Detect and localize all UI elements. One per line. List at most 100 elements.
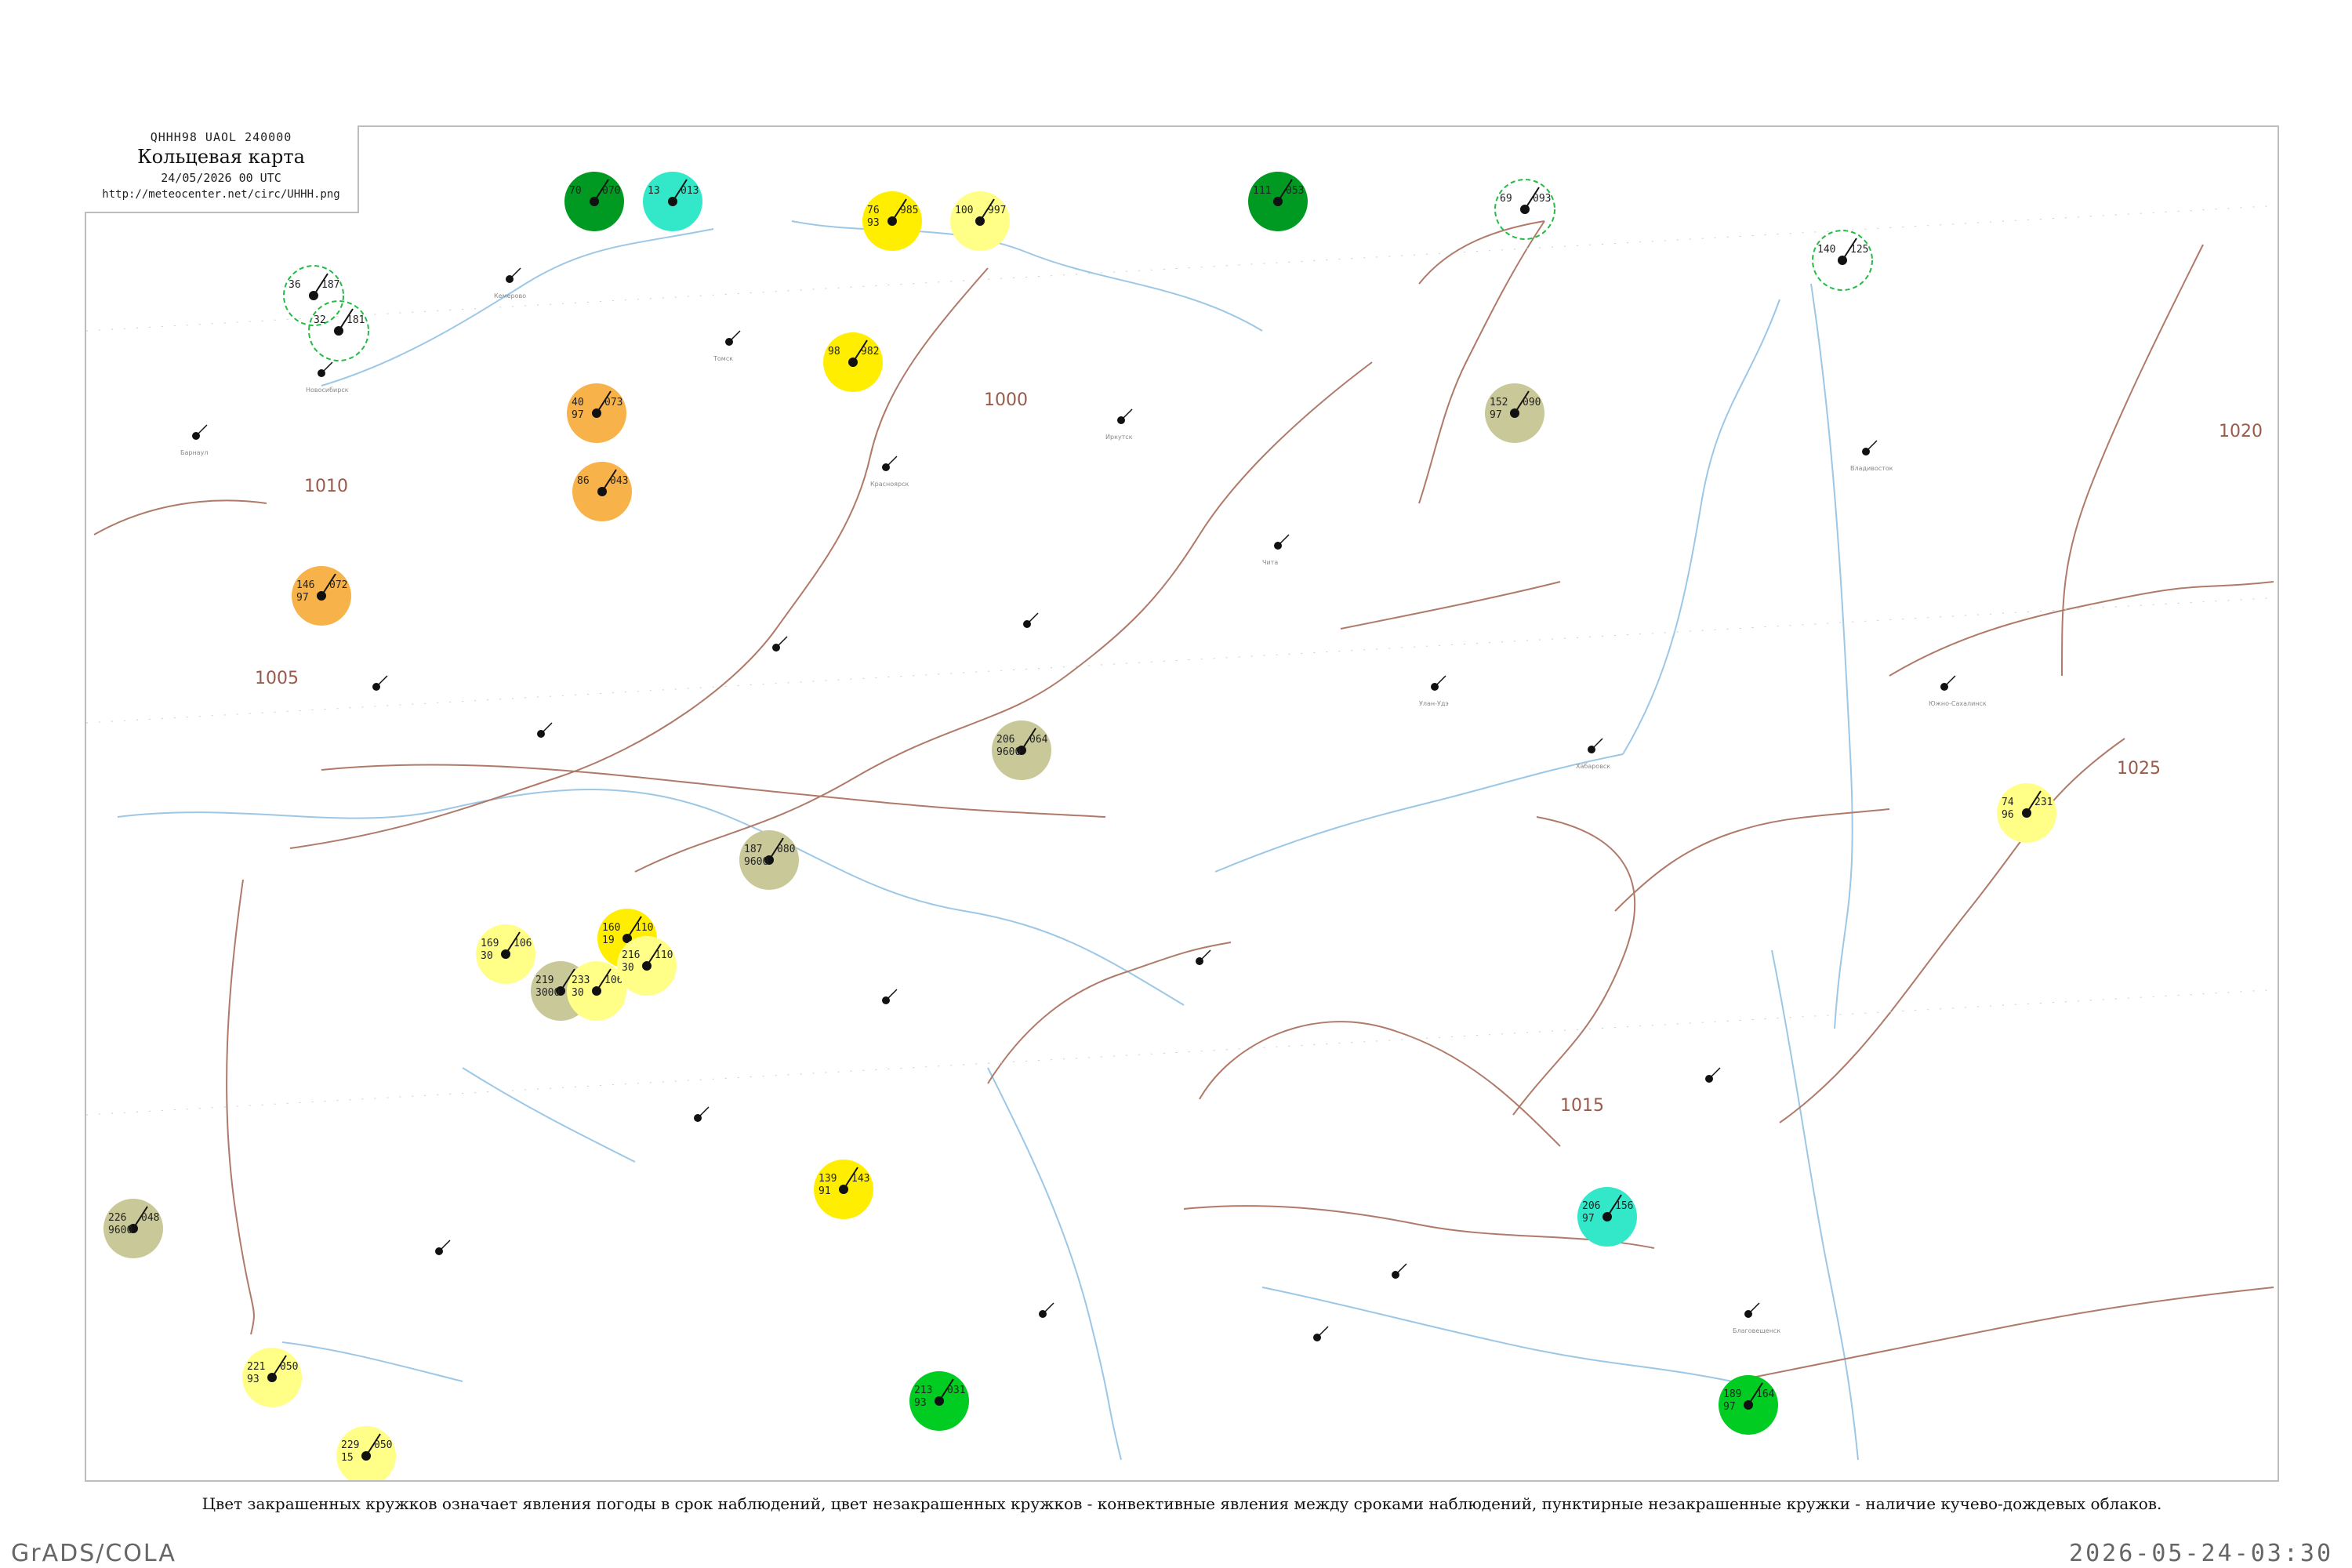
station-vis: 93 (867, 217, 880, 229)
station-29[interactable]: 18997 164 (1719, 1375, 1778, 1435)
station-temp: 189 (1723, 1388, 1741, 1400)
station-temp: 98 (828, 346, 840, 358)
station-name: Барнаул (180, 449, 208, 456)
station-vis: 9600 (996, 746, 1021, 758)
station-temp: 216 (622, 949, 640, 961)
station-pressure: 043 (610, 475, 628, 487)
station-name: Кемерово (494, 292, 526, 299)
minor-station: Кемерово (494, 267, 526, 299)
isobars (93, 220, 2274, 1382)
minor-wind-barb (1748, 1302, 1760, 1315)
minor-station: Новосибирск (306, 361, 349, 394)
minor-station (694, 1106, 710, 1122)
station-24[interactable]: 20697 156 (1577, 1187, 1637, 1247)
station-vis: 9600 (108, 1225, 132, 1236)
footer-timestamp: 2026-05-24-03:30 (2069, 1540, 2333, 1567)
station-vis: 3000 (535, 987, 560, 999)
station-vis: 9600 (744, 856, 768, 868)
station-pressure: 110 (655, 949, 673, 961)
minor-wind-barb (1199, 949, 1211, 962)
station-28[interactable]: 22915 050 (336, 1426, 396, 1482)
station-pressure: 125 (1850, 244, 1868, 256)
minor-wind-barb (321, 361, 333, 374)
station-vis: 91 (818, 1185, 831, 1197)
station-12[interactable]: 86 043 (572, 462, 632, 521)
minor-wind-barb (1434, 675, 1446, 688)
station-temp: 152 (1490, 397, 1508, 408)
minor-wind-barb (1042, 1302, 1054, 1315)
minor-station: Владивосток (1850, 440, 1893, 472)
station-25[interactable]: 2269600 048 (103, 1199, 163, 1258)
station-7[interactable]: 111 053 (1248, 172, 1308, 231)
isobar-label-1015: 1015 (1560, 1096, 1604, 1116)
station-16[interactable]: 7496 231 (1997, 783, 2056, 843)
minor-wind-barb (509, 267, 521, 280)
station-15[interactable]: 2069600 064 (992, 720, 1051, 780)
station-temp: 146 (296, 579, 314, 591)
minor-station: Чита (1262, 534, 1290, 566)
station-11[interactable]: 4097 073 (567, 383, 626, 443)
station-pressure: 073 (604, 397, 622, 408)
station-name: Красноярск (870, 481, 909, 488)
legend-caption: Цвет закрашенных кружков означает явлени… (201, 1494, 2162, 1513)
minor-station (1023, 612, 1039, 628)
station-name: Чита (1262, 559, 1278, 566)
station-2[interactable]: 32 181 (308, 300, 369, 361)
station-vis: 96 (2002, 809, 2014, 821)
station-5[interactable]: 7693 985 (862, 191, 922, 251)
station-10[interactable]: 98 982 (823, 332, 883, 392)
station-temp: 221 (247, 1361, 265, 1373)
station-6[interactable]: 100 997 (950, 191, 1010, 251)
station-name: Благовещенск (1733, 1327, 1780, 1334)
station-name: Улан-Удэ (1419, 700, 1449, 707)
station-22[interactable]: 21630 110 (617, 936, 677, 996)
station-26[interactable]: 22193 050 (242, 1348, 302, 1407)
station-vis: 97 (1582, 1213, 1595, 1225)
station-temp: 36 (289, 279, 301, 291)
isobar-label-1020: 1020 (2219, 422, 2263, 441)
station-vis: 93 (914, 1397, 927, 1409)
station-23[interactable]: 13991 143 (814, 1160, 873, 1219)
minor-wind-barb (728, 330, 741, 343)
minor-station: Барнаул (180, 424, 208, 456)
station-13[interactable]: 14697 072 (292, 566, 351, 626)
minor-wind-barb (885, 456, 898, 468)
station-vis: 97 (572, 409, 584, 421)
station-pressure: 048 (141, 1212, 159, 1224)
station-name: Владивосток (1850, 465, 1893, 472)
map-title: Кольцевая карта (137, 146, 305, 168)
minor-station: Хабаровск (1576, 738, 1610, 770)
station-14[interactable]: 15297 090 (1485, 383, 1544, 443)
station-19[interactable]: 16930 106 (476, 924, 535, 984)
station-3[interactable]: 70 070 (564, 172, 624, 231)
minor-wind-barb (540, 722, 553, 735)
station-4[interactable]: 13 013 (643, 172, 702, 231)
station-pressure: 072 (329, 579, 347, 591)
station-pressure: 090 (1523, 397, 1541, 408)
station-vis: 30 (481, 950, 493, 962)
minor-station: Томск (713, 330, 741, 362)
station-vis: 97 (1723, 1401, 1736, 1413)
station-pressure: 187 (321, 279, 339, 291)
station-name: Новосибирск (306, 387, 349, 394)
station-temp: 13 (648, 185, 660, 197)
map-header: QHHH98 UAOL 240000 Кольцевая карта 24/05… (85, 125, 359, 213)
station-17[interactable]: 1879600 080 (739, 830, 799, 890)
minor-wind-barb (195, 424, 208, 437)
station-pressure: 070 (602, 185, 620, 197)
station-temp: 169 (481, 938, 499, 949)
station-vis: 30 (622, 962, 634, 974)
minor-wind-barb (1708, 1067, 1721, 1080)
station-27[interactable]: 21393 031 (909, 1371, 969, 1431)
station-pressure: 143 (851, 1173, 869, 1185)
map-url[interactable]: http://meteocenter.net/circ/UHHH.png (85, 188, 358, 201)
minor-station (1039, 1302, 1054, 1318)
station-pressure: 093 (1533, 193, 1551, 205)
station-temp: 32 (314, 314, 326, 326)
station-temp: 100 (955, 205, 973, 216)
station-9[interactable]: 140 125 (1812, 230, 1873, 291)
station-temp: 213 (914, 1385, 932, 1396)
station-temp: 139 (818, 1173, 837, 1185)
minor-station: Южно-Сахалинск (1929, 675, 1987, 707)
station-temp: 140 (1817, 244, 1835, 256)
